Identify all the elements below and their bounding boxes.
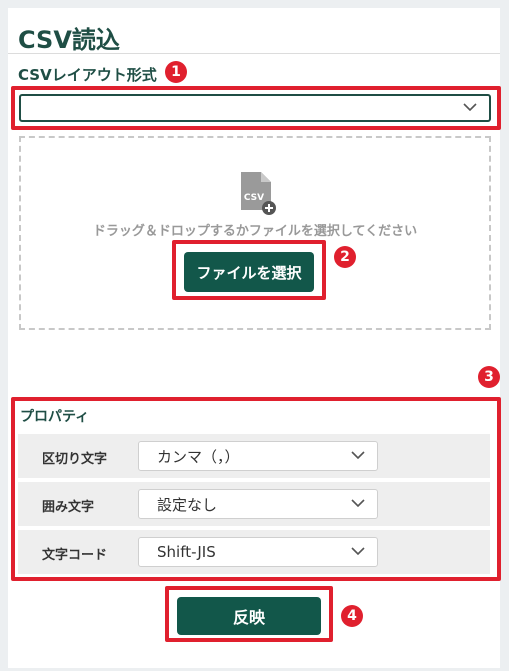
encoding-select[interactable]: Shift-JIS — [138, 537, 378, 567]
drop-instruction: ドラッグ＆ドロップするかファイルを選択してください — [92, 224, 418, 239]
chevron-down-icon — [351, 499, 365, 507]
callout-badge-3: 3 — [478, 366, 500, 388]
csv-layout-label: CSVレイアウト形式 — [18, 66, 157, 84]
property-row-delimiter: 区切り文字 カンマ（，） — [18, 434, 490, 478]
callout-badge-2: 2 — [334, 246, 356, 268]
chevron-down-icon — [351, 547, 365, 555]
delimiter-select[interactable]: カンマ（，） — [138, 441, 378, 471]
encoding-label: 文字コード — [42, 548, 108, 563]
quote-select-value: 設定なし — [157, 495, 218, 514]
quote-select[interactable]: 設定なし — [138, 489, 378, 519]
csv-layout-select[interactable] — [19, 94, 491, 122]
select-file-button[interactable]: ファイルを選択 — [184, 252, 314, 292]
property-row-quote: 囲み文字 設定なし — [18, 482, 490, 526]
quote-label: 囲み文字 — [42, 500, 95, 515]
csv-file-add-icon: CSV — [241, 172, 276, 215]
properties-label: プロパティ — [20, 409, 90, 425]
title-divider — [8, 53, 500, 54]
property-row-encoding: 文字コード Shift-JIS — [18, 530, 490, 574]
delimiter-label: 区切り文字 — [42, 452, 108, 467]
file-drop-zone[interactable]: CSV ドラッグ＆ドロップするかファイルを選択してください — [19, 136, 491, 330]
apply-button[interactable]: 反映 — [177, 597, 321, 635]
csv-import-panel: CSV読込 CSVレイアウト形式 1 CSV ドラッグ＆ドロップするかファイルを… — [8, 8, 501, 668]
callout-badge-1: 1 — [165, 61, 187, 83]
panel-title: CSV読込 — [18, 26, 120, 54]
chevron-down-icon — [351, 451, 365, 459]
callout-badge-4: 4 — [341, 605, 363, 627]
delimiter-select-value: カンマ（，） — [157, 447, 240, 466]
encoding-select-value: Shift-JIS — [157, 543, 216, 561]
csv-icon-text: CSV — [244, 193, 264, 203]
chevron-down-icon — [463, 103, 477, 111]
